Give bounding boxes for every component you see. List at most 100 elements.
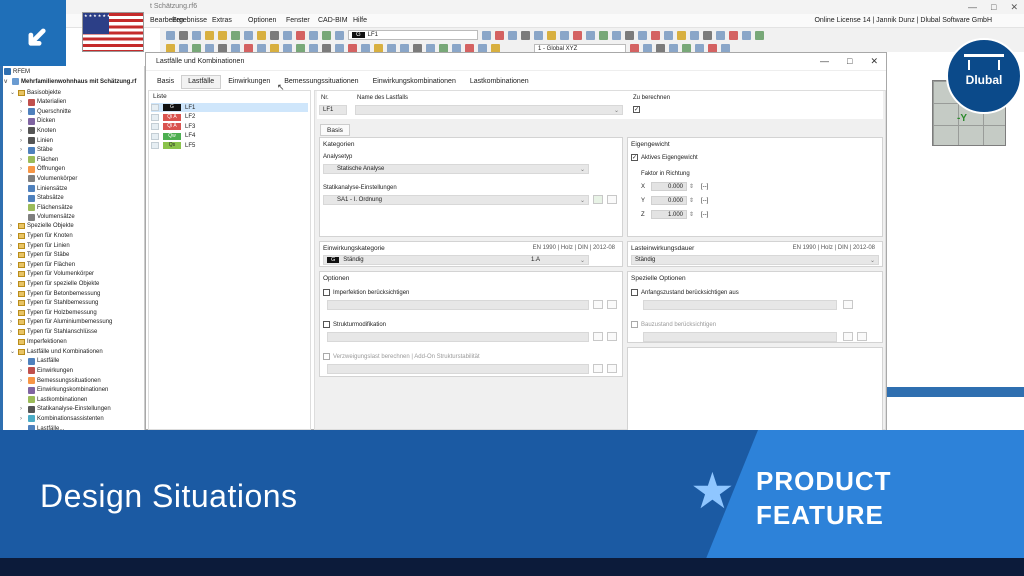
chevron-right-icon[interactable]: › bbox=[10, 271, 16, 277]
construction-checkbox[interactable] bbox=[631, 321, 638, 328]
edit-imperfection-icon[interactable] bbox=[607, 300, 617, 309]
toolbar-button-icon[interactable] bbox=[625, 30, 634, 40]
toolbar-button-icon[interactable] bbox=[166, 30, 175, 40]
chevron-right-icon[interactable]: › bbox=[20, 157, 26, 163]
toolbar-button-icon[interactable] bbox=[742, 30, 751, 40]
structmod-select[interactable] bbox=[327, 332, 589, 342]
toolbar-button-icon[interactable] bbox=[495, 30, 504, 40]
tree-item[interactable]: Stabsätze bbox=[20, 194, 64, 202]
imperfection-checkbox[interactable] bbox=[323, 289, 330, 296]
chevron-right-icon[interactable]: › bbox=[10, 252, 16, 258]
new-buckling-icon[interactable] bbox=[593, 364, 603, 373]
chevron-right-icon[interactable]: › bbox=[10, 329, 16, 335]
new-structmod-icon[interactable] bbox=[593, 332, 603, 341]
toolbar-button-icon[interactable] bbox=[283, 30, 292, 40]
initial-state-select[interactable] bbox=[643, 300, 837, 310]
toolbar-button-icon[interactable] bbox=[638, 30, 647, 40]
buckling-select[interactable] bbox=[327, 364, 589, 374]
chevron-right-icon[interactable]: › bbox=[10, 310, 16, 316]
tab-einwirkungskombinationen[interactable]: Einwirkungskombinationen bbox=[366, 75, 463, 89]
dialog-minimize-button[interactable]: — bbox=[820, 56, 829, 67]
toolbar-button-icon[interactable] bbox=[586, 30, 595, 40]
toolbar-button-icon[interactable] bbox=[534, 30, 543, 40]
menu-cad-bim[interactable]: CAD-BIM bbox=[318, 17, 348, 24]
tree-item[interactable]: ⌄ Lastfälle und Kombinationen bbox=[10, 348, 103, 355]
menu-optionen[interactable]: Optionen bbox=[248, 17, 276, 24]
edit-structmod-icon[interactable] bbox=[607, 332, 617, 341]
tree-item[interactable]: Flächensätze bbox=[20, 204, 73, 212]
toolbar-button-icon[interactable] bbox=[231, 30, 240, 40]
tree-item[interactable]: › Statikanalyse-Einstellungen bbox=[20, 405, 111, 413]
tree-item[interactable]: › Stäbe bbox=[20, 146, 53, 154]
nr-field[interactable]: LF1 bbox=[319, 105, 347, 115]
toolbar-button-icon[interactable] bbox=[729, 30, 738, 40]
menu-fenster[interactable]: Fenster bbox=[286, 17, 310, 24]
toolbar-button-icon[interactable] bbox=[257, 30, 266, 40]
initial-state-checkbox[interactable] bbox=[631, 289, 638, 296]
loadcase-list-item[interactable]: Qi A LF3 bbox=[151, 122, 308, 131]
tree-item[interactable]: › Querschnitte bbox=[20, 108, 71, 116]
tree-item[interactable]: › Typen für Betonbemessung bbox=[10, 290, 100, 297]
chevron-right-icon[interactable]: › bbox=[10, 319, 16, 325]
chevron-right-icon[interactable]: › bbox=[20, 138, 26, 144]
chevron-right-icon[interactable]: › bbox=[10, 291, 16, 297]
action-category-select[interactable]: G Ständig 1.A ⌄ bbox=[323, 255, 589, 265]
chevron-right-icon[interactable]: › bbox=[20, 118, 26, 124]
toolbar-button-icon[interactable] bbox=[218, 30, 227, 40]
menu-hilfe[interactable]: Hilfe bbox=[353, 17, 367, 24]
tab-einwirkungen[interactable]: Einwirkungen bbox=[221, 75, 277, 89]
toolbar-button-icon[interactable] bbox=[270, 30, 279, 40]
tree-item[interactable]: › Lastfälle bbox=[20, 357, 59, 365]
close-button[interactable]: ✕ bbox=[1010, 2, 1018, 13]
chevron-right-icon[interactable]: › bbox=[20, 368, 26, 374]
toolbar-button-icon[interactable] bbox=[521, 30, 530, 40]
factor-x-input[interactable]: 0.000 bbox=[651, 182, 687, 191]
tree-item[interactable]: Einwirkungskombinationen bbox=[20, 386, 108, 394]
structmod-checkbox[interactable] bbox=[323, 321, 330, 328]
maximize-button[interactable]: □ bbox=[991, 2, 996, 13]
chevron-right-icon[interactable]: › bbox=[10, 300, 16, 306]
tree-item[interactable]: Volumensätze bbox=[20, 213, 75, 221]
name-field[interactable]: ⌄ bbox=[355, 105, 623, 115]
tab-lastkombinationen[interactable]: Lastkombinationen bbox=[463, 75, 536, 89]
chevron-right-icon[interactable]: › bbox=[20, 378, 26, 384]
settings-select[interactable]: SA1 - I. Ordnung ⌄ bbox=[323, 195, 589, 205]
imperfection-row[interactable]: Imperfektion berücksichtigen bbox=[323, 289, 409, 296]
edit-settings-icon[interactable] bbox=[607, 195, 617, 204]
tree-item[interactable]: Lastkombinationen bbox=[20, 396, 87, 404]
loadcase-selector[interactable]: G LF1 bbox=[348, 30, 478, 40]
dialog-close-button[interactable]: ✕ bbox=[870, 56, 878, 67]
toolbar-button-icon[interactable] bbox=[690, 30, 699, 40]
toolbar-button-icon[interactable] bbox=[192, 30, 201, 40]
tab-inner-basis[interactable]: Basis bbox=[320, 124, 350, 136]
toolbar-button-icon[interactable] bbox=[547, 30, 556, 40]
dialog-maximize-button[interactable]: □ bbox=[847, 56, 852, 67]
factor-y-input[interactable]: 0.000 bbox=[651, 196, 687, 205]
new-construction-icon[interactable] bbox=[843, 332, 853, 341]
loadcase-list-item[interactable]: Qs LF5 bbox=[151, 141, 308, 150]
toolbar-button-icon[interactable] bbox=[703, 30, 712, 40]
spinner-icon[interactable]: ⇕ bbox=[689, 183, 694, 190]
tree-item[interactable]: › Flächen bbox=[20, 156, 58, 164]
tree-item[interactable]: ⌄ Basisobjekte bbox=[10, 89, 61, 96]
buckling-row[interactable]: Verzweigungslast berechnen | Add-On Stru… bbox=[323, 353, 480, 360]
edit-construction-icon[interactable] bbox=[857, 332, 867, 341]
tree-item[interactable]: Volumenkörper bbox=[20, 175, 77, 183]
imperfection-select[interactable] bbox=[327, 300, 589, 310]
chevron-down-icon[interactable]: ⌄ bbox=[10, 89, 16, 96]
tree-item[interactable]: › Einwirkungen bbox=[20, 367, 73, 375]
load-duration-select[interactable]: Ständig ⌄ bbox=[631, 255, 879, 265]
toolbar-button-icon[interactable] bbox=[664, 30, 673, 40]
chevron-right-icon[interactable]: › bbox=[20, 416, 26, 422]
buckling-checkbox[interactable] bbox=[323, 353, 330, 360]
chevron-right-icon[interactable]: › bbox=[20, 166, 26, 172]
chevron-right-icon[interactable]: › bbox=[20, 109, 26, 115]
chevron-right-icon[interactable]: › bbox=[20, 147, 26, 153]
chevron-right-icon[interactable]: › bbox=[10, 262, 16, 268]
toolbar-button-icon[interactable] bbox=[716, 30, 725, 40]
factor-z-input[interactable]: 1.000 bbox=[651, 210, 687, 219]
chevron-right-icon[interactable]: › bbox=[20, 99, 26, 105]
initial-state-row[interactable]: Anfangszustand berücksichtigen aus bbox=[631, 289, 739, 296]
toolbar-button-icon[interactable] bbox=[179, 30, 188, 40]
toolbar-button-icon[interactable] bbox=[205, 30, 214, 40]
